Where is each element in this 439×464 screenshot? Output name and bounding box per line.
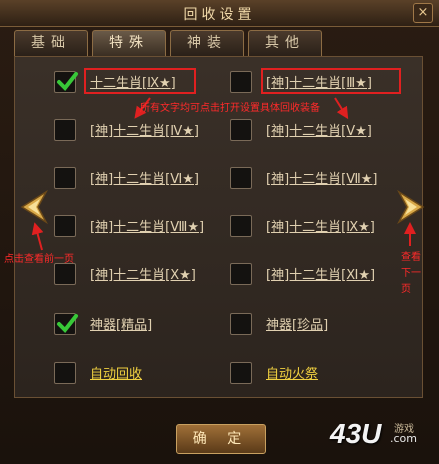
logo-text: 43U (330, 418, 382, 449)
site-logo: 43U .com 游戏 (330, 418, 430, 458)
arrow-right-icon (397, 189, 425, 225)
confirm-button[interactable]: 确 定 (176, 424, 266, 454)
annotation-arrows (31, 97, 416, 251)
arrow-line (334, 97, 349, 120)
annotation-text-right: 查看 下一 页 (401, 252, 421, 295)
prev-page-button[interactable] (20, 189, 48, 225)
annotation-text-center: 所有文字均可点击打开设置具体回收装备 (140, 103, 320, 114)
arrow-left-icon (20, 189, 48, 225)
recycle-settings-window: 回收设置 × 基础 特殊 神装 其他 十二生肖[Ⅸ★] [神]十二生肖[Ⅳ★] … (0, 0, 439, 464)
next-page-button[interactable] (397, 189, 425, 225)
arrow-line (31, 222, 44, 251)
logo-cn: 游戏 (394, 424, 414, 435)
annotation-text-left: 点击查看前一页 (4, 254, 74, 265)
